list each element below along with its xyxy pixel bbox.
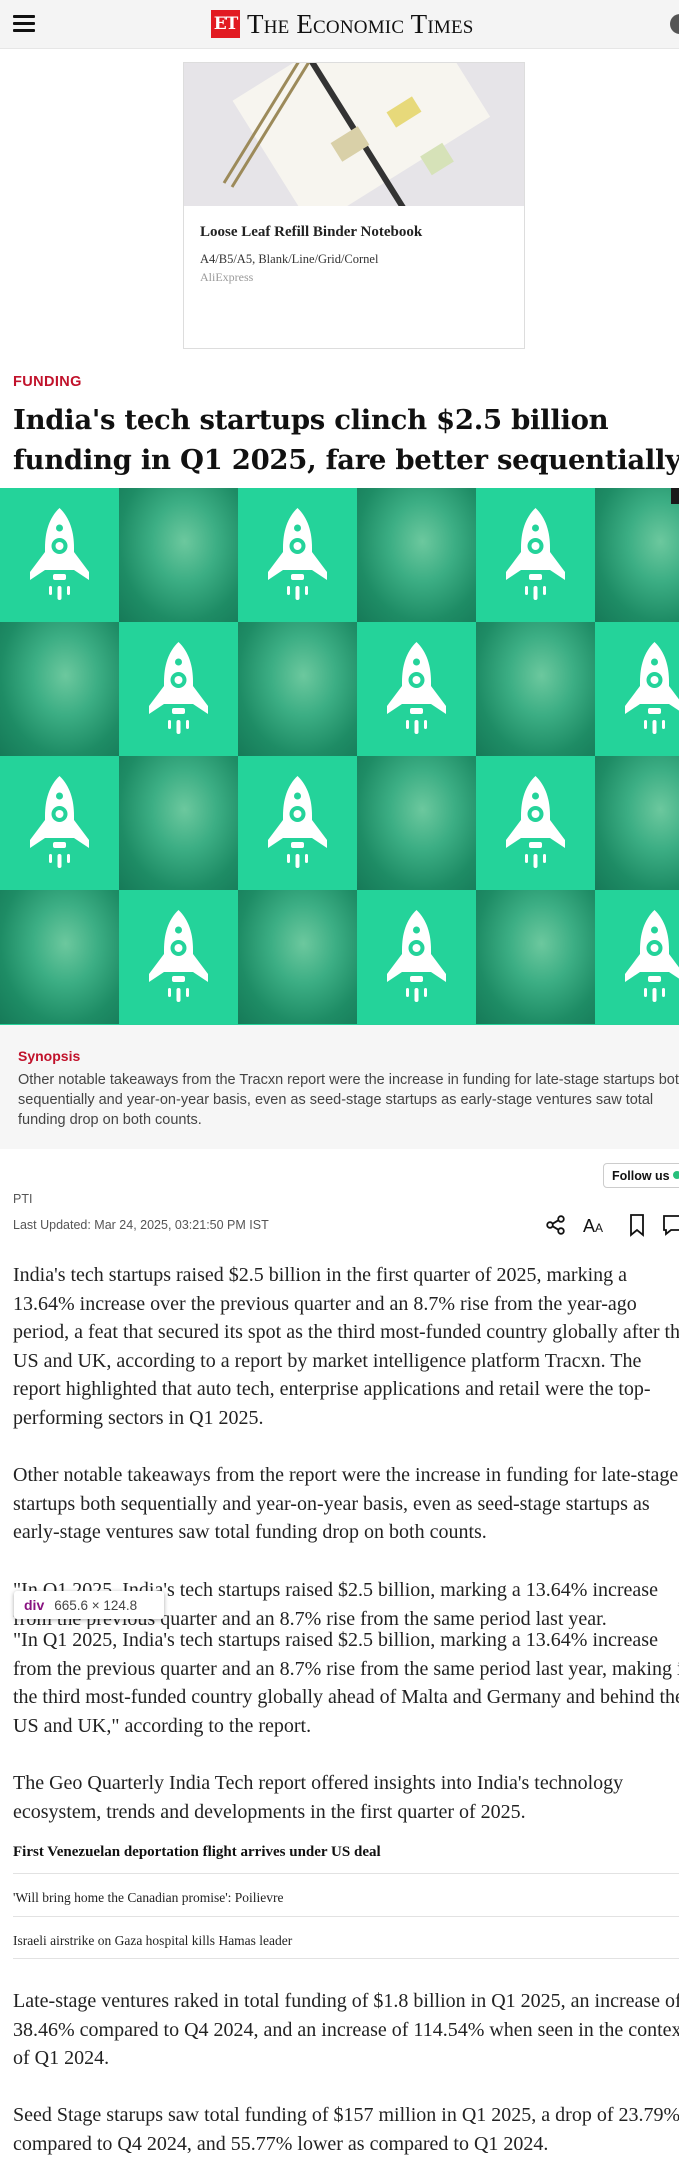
share-icon[interactable] — [543, 1212, 569, 1238]
banknote-portrait — [595, 488, 679, 622]
banknote-portrait — [357, 756, 476, 890]
comment-icon[interactable] — [661, 1212, 679, 1238]
svg-text:A: A — [583, 1216, 595, 1236]
bookmark-icon[interactable] — [624, 1212, 650, 1238]
last-updated: Last Updated: Mar 24, 2025, 03:21:50 PM … — [13, 1218, 269, 1232]
rocket-icon — [357, 622, 476, 756]
article-paragraph: Seed Stage starups saw total funding of … — [13, 2104, 679, 2155]
ad-description: A4/B5/A5, Blank/Line/Grid/Cornel — [200, 252, 379, 266]
banknote-portrait — [119, 488, 238, 622]
site-logo[interactable]: ET The Economic Times — [211, 8, 474, 39]
rocket-icon — [0, 756, 119, 890]
ad-image — [184, 63, 524, 206]
banknote-portrait — [119, 756, 238, 890]
rocket-icon — [119, 890, 238, 1024]
rocket-icon — [595, 890, 679, 1024]
banknote-portrait — [476, 890, 595, 1024]
article-paragraph: Other notable takeaways from the report … — [13, 1464, 679, 1543]
ad-card[interactable]: Loose Leaf Refill Binder Notebook A4/B5/… — [183, 62, 525, 349]
follow-indicator-icon — [673, 1171, 679, 1179]
banknote-portrait — [238, 622, 357, 756]
banknote-portrait — [357, 488, 476, 622]
article-paragraph: India's tech startups raised $2.5 billio… — [13, 1264, 679, 1429]
rocket-icon — [238, 488, 357, 622]
related-link[interactable]: 'Will bring home the Canadian promise': … — [13, 1890, 284, 1906]
divider — [13, 1916, 679, 1917]
article-paragraph: "In Q1 2025, India's tech startups raise… — [13, 1629, 679, 1737]
svg-text:A: A — [595, 1221, 603, 1235]
follow-us-button[interactable]: Follow us — [603, 1163, 679, 1188]
banknote-portrait — [595, 756, 679, 890]
rocket-icon — [476, 488, 595, 622]
rocket-icon — [357, 890, 476, 1024]
logo-mark: ET — [211, 10, 240, 38]
rocket-icon — [476, 756, 595, 890]
hero-corner-marker — [671, 488, 679, 504]
synopsis-text: Other notable takeaways from the Tracxn … — [18, 1072, 679, 1128]
ad-source[interactable]: AliExpress — [200, 270, 253, 285]
devtools-inspector-tooltip: div 665.6 × 124.8 — [14, 1591, 164, 1619]
inspector-dimensions: 665.6 × 124.8 — [54, 1597, 138, 1613]
banknote-portrait — [0, 890, 119, 1024]
article-paragraph: Late-stage ventures raked in total fundi… — [13, 1990, 679, 2069]
byline[interactable]: PTI — [13, 1192, 32, 1206]
hero-image — [0, 488, 679, 1025]
menu-icon[interactable] — [13, 15, 35, 32]
divider — [13, 1958, 679, 1959]
synopsis-label: Synopsis — [18, 1048, 81, 1064]
rocket-icon — [0, 488, 119, 622]
article-paragraph: The Geo Quarterly India Tech report offe… — [13, 1772, 624, 1823]
rocket-icon — [119, 622, 238, 756]
related-link[interactable]: Israeli airstrike on Gaza hospital kills… — [13, 1933, 292, 1949]
banknote-portrait — [0, 622, 119, 756]
inspector-tag: div — [24, 1597, 45, 1613]
rocket-icon — [595, 622, 679, 756]
banknote-portrait — [476, 622, 595, 756]
divider — [13, 1873, 679, 1874]
font-size-icon[interactable]: AA — [582, 1212, 608, 1238]
related-link[interactable]: First Venezuelan deportation flight arri… — [13, 1844, 381, 1861]
rocket-icon — [238, 756, 357, 890]
logo-name: The Economic Times — [247, 8, 474, 39]
article-category[interactable]: FUNDING — [13, 374, 82, 390]
ad-title[interactable]: Loose Leaf Refill Binder Notebook — [200, 224, 422, 241]
banknote-portrait — [238, 890, 357, 1024]
